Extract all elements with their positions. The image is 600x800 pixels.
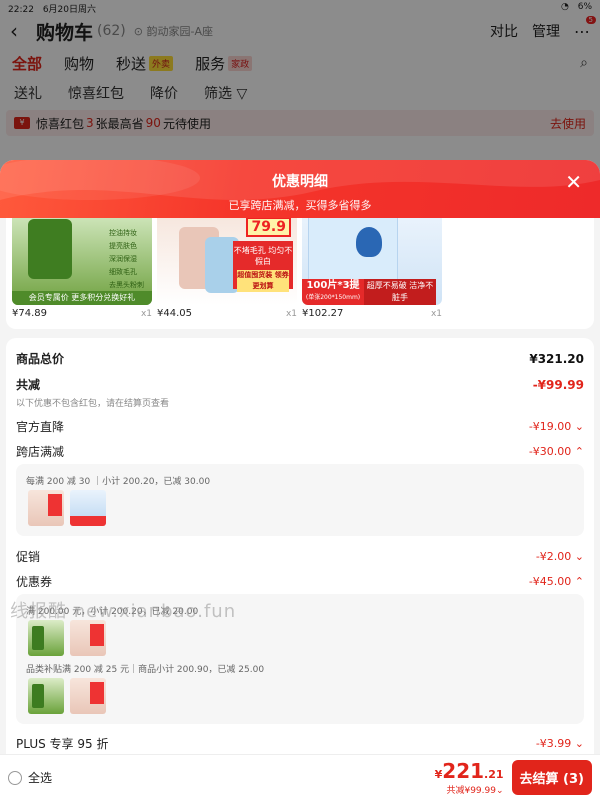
feature-tag: 控油持妆 bbox=[109, 229, 137, 237]
product-quantity: x1 bbox=[285, 309, 297, 319]
plus-discount-value: -¥3.99 ⌄ bbox=[535, 737, 584, 750]
official-discount-label: 官方直降 bbox=[16, 420, 65, 434]
plus-discount-label: PLUS 专享 95 折 bbox=[16, 737, 109, 751]
coupon-row[interactable]: 优惠券 -¥45.00 ⌃ bbox=[16, 573, 584, 590]
product-caption: 会员专属价 更多积分兑换好礼 bbox=[12, 291, 152, 305]
feature-tag: 细致毛孔 bbox=[109, 268, 137, 276]
product-image: 100片*3提 (单张200*150mm) 超厚不易破 洁净不脏手 bbox=[302, 215, 442, 305]
final-price: ¥221.21 bbox=[435, 759, 504, 783]
coupon-detail-text: 品类补贴满 200 减 25 元｜商品小计 200.90，已减 25.00 bbox=[26, 665, 265, 675]
product-thumbnail bbox=[70, 678, 106, 714]
cross-store-detail-text: 每满 200 减 30 ｜小计 200.20，已减 30.00 bbox=[26, 477, 211, 487]
promotion-value: -¥2.00 ⌄ bbox=[535, 550, 584, 563]
product-item[interactable]: 控油持妆 提亮肤色 深润保湿 细致毛孔 去黑头粉刺 会员专属价 更多积分兑换好礼… bbox=[12, 215, 152, 319]
deal-text: 100片*3提 bbox=[306, 280, 360, 291]
feature-tag: 提亮肤色 bbox=[109, 242, 137, 250]
sheet-header: 优惠明细 已享跨店满减，买得多省得多 ✕ bbox=[0, 160, 600, 218]
price-decimal: .21 bbox=[484, 768, 504, 781]
official-discount-row[interactable]: 官方直降 -¥19.00 ⌄ bbox=[16, 418, 584, 435]
product-thumbnail bbox=[70, 490, 106, 526]
product-quantity: x1 bbox=[140, 309, 152, 319]
watermark-text: 线报酷 new.xianbao.fun bbox=[10, 601, 237, 622]
product-bottle bbox=[28, 219, 72, 279]
official-discount-value: -¥19.00 ⌄ bbox=[528, 420, 584, 433]
checkout-bar: 全选 ¥221.21 共减¥99.99⌄ 去结算 (3) bbox=[0, 754, 600, 800]
discount-detail-sheet: 控油持妆 提亮肤色 深润保湿 细致毛孔 去黑头粉刺 会员专属价 更多积分兑换好礼… bbox=[0, 160, 600, 800]
price-integer: 221 bbox=[442, 759, 485, 783]
product-image: 控油持妆 提亮肤色 深润保湿 细致毛孔 去黑头粉刺 会员专属价 更多积分兑换好礼 bbox=[12, 215, 152, 305]
total-block: ¥221.21 共减¥99.99⌄ bbox=[435, 759, 504, 796]
promo-text: 不堵毛孔 均匀不假白 bbox=[233, 246, 293, 266]
cross-store-detail: 每满 200 减 30 ｜小计 200.20，已减 30.00 bbox=[16, 464, 584, 536]
coupon-value: -¥45.00 ⌃ bbox=[528, 575, 584, 588]
total-price-row: 商品总价 ¥321.20 bbox=[16, 350, 584, 367]
image-promo-box: 不堵毛孔 均匀不假白 超值囤货装 领券更划算 bbox=[233, 241, 293, 292]
total-price-value: ¥321.20 bbox=[529, 351, 584, 366]
product-price: ¥102.27 bbox=[302, 308, 344, 319]
product-thumbnail bbox=[28, 620, 64, 656]
feature-tag: 深润保湿 bbox=[109, 255, 137, 263]
product-pack bbox=[308, 217, 398, 281]
product-thumbnail bbox=[70, 620, 106, 656]
product-thumbnail bbox=[28, 678, 64, 714]
plus-discount-row[interactable]: PLUS 专享 95 折 -¥3.99 ⌄ bbox=[16, 735, 584, 752]
close-icon[interactable]: ✕ bbox=[565, 170, 582, 194]
total-price-label: 商品总价 bbox=[16, 352, 65, 366]
product-item[interactable]: 100片*3提 (单张200*150mm) 超厚不易破 洁净不脏手 ¥102.27… bbox=[302, 215, 442, 319]
total-discount-toggle[interactable]: 共减¥99.99⌄ bbox=[435, 783, 503, 796]
select-all-radio[interactable] bbox=[8, 770, 22, 785]
product-image: 79.9 不堵毛孔 均匀不假白 超值囤货装 领券更划算 bbox=[157, 215, 297, 305]
discount-note: 以下优惠不包含红包，请在结算页查看 bbox=[16, 399, 170, 409]
image-deal-label: 超厚不易破 洁净不脏手 bbox=[364, 279, 436, 305]
promotion-row[interactable]: 促销 -¥2.00 ⌄ bbox=[16, 548, 584, 565]
product-list: 控油持妆 提亮肤色 深润保湿 细致毛孔 去黑头粉刺 会员专属价 更多积分兑换好礼… bbox=[6, 215, 594, 329]
total-discount-label: 共减 bbox=[16, 378, 41, 392]
product-quantity: x1 bbox=[430, 309, 442, 319]
promo-badge: 超值囤货装 领券更划算 bbox=[237, 270, 289, 292]
product-mascot bbox=[356, 227, 382, 257]
cross-store-discount-label: 跨店满减 bbox=[16, 445, 65, 459]
coupon-label: 优惠券 bbox=[16, 575, 53, 589]
deal-subtext: (单张200*150mm) bbox=[305, 294, 361, 301]
product-price: ¥74.89 bbox=[12, 308, 47, 319]
total-discount-value: -¥99.99 bbox=[532, 377, 584, 392]
checkout-button[interactable]: 去结算 (3) bbox=[511, 760, 592, 795]
image-price-tag: 79.9 bbox=[246, 217, 291, 237]
product-feature-tags: 控油持妆 提亮肤色 深润保湿 细致毛孔 去黑头粉刺 bbox=[109, 227, 144, 292]
cross-store-discount-value: -¥30.00 ⌃ bbox=[528, 445, 584, 458]
sheet-title: 优惠明细 bbox=[272, 174, 328, 190]
total-discount-row: 共减 -¥99.99 bbox=[16, 376, 584, 393]
promotion-label: 促销 bbox=[16, 550, 41, 564]
sheet-subtitle: 已享跨店满减，买得多省得多 bbox=[228, 199, 372, 212]
product-price: ¥44.05 bbox=[157, 308, 192, 319]
product-item[interactable]: 79.9 不堵毛孔 均匀不假白 超值囤货装 领券更划算 ¥44.05 x1 bbox=[157, 215, 297, 319]
image-deal-label: 100片*3提 (单张200*150mm) bbox=[302, 279, 364, 305]
cross-store-discount-row[interactable]: 跨店满减 -¥30.00 ⌃ bbox=[16, 443, 584, 460]
product-thumbnail bbox=[28, 490, 64, 526]
select-all-label[interactable]: 全选 bbox=[28, 769, 52, 786]
discount-summary: 商品总价 ¥321.20 共减 -¥99.99 以下优惠不包含红包，请在结算页查… bbox=[6, 338, 594, 800]
